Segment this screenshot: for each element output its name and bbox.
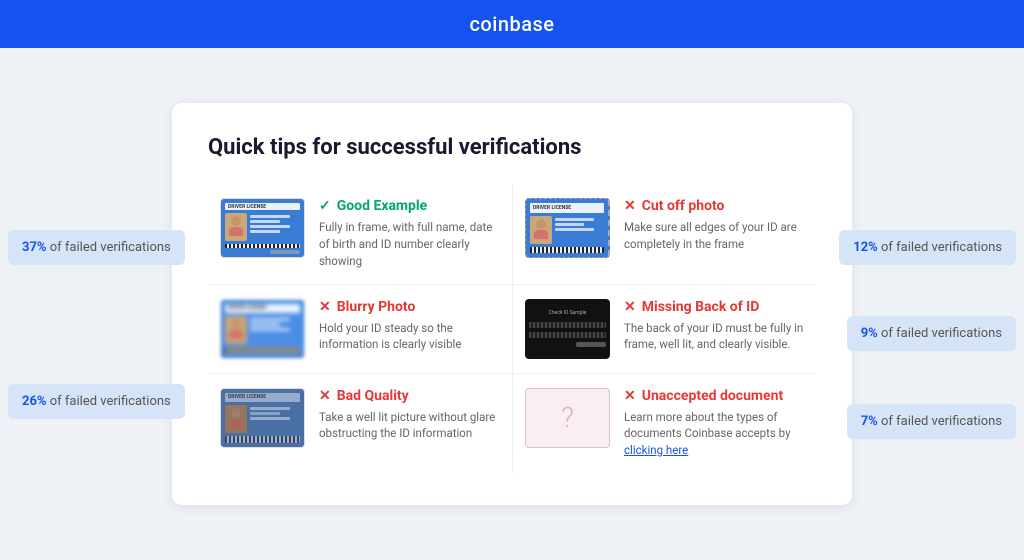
tip-title-missing: Missing Back of ID: [642, 299, 760, 315]
badge-text: of failed verifications: [878, 414, 1002, 429]
badge-text: of failed verifications: [47, 240, 171, 255]
tip-missing-back: Check ID Sample ✕ Missing Back of ID The…: [512, 285, 816, 373]
tip-desc-missing: The back of your ID must be fully in fra…: [624, 320, 804, 353]
tip-unaccepted: ? ✕ Unaccepted document Learn more about…: [512, 374, 816, 473]
tip-cut-off: DRIVER LICENSE: [512, 184, 816, 283]
tip-title-unaccepted: Unaccepted document: [642, 388, 783, 404]
clicking-here-link[interactable]: clicking here: [624, 443, 688, 457]
badge-pct: 26%: [22, 394, 47, 409]
tips-grid: DRIVER LICENSE: [208, 184, 816, 472]
badge-right-7: 7% of failed verifications: [847, 404, 1016, 439]
coinbase-logo: coinbase: [469, 12, 554, 36]
badge-pct: 7%: [861, 414, 878, 429]
header: coinbase: [0, 0, 1024, 48]
tip-content-missing-back: ✕ Missing Back of ID The back of your ID…: [624, 299, 804, 353]
x-icon-unaccepted: ✕: [624, 388, 636, 404]
badge-pct: 12%: [853, 240, 878, 255]
badge-left-26: 26% of failed verifications: [8, 384, 185, 419]
page-body: 37% of failed verifications 26% of faile…: [0, 48, 1024, 560]
badge-text: of failed verifications: [878, 326, 1002, 341]
tip-image-missing-back: Check ID Sample: [525, 299, 610, 359]
badge-right-9: 9% of failed verifications: [847, 316, 1016, 351]
tip-title-blurry: Blurry Photo: [337, 299, 416, 315]
tip-content-unaccepted: ✕ Unaccepted document Learn more about t…: [624, 388, 804, 459]
tip-image-cutoff: DRIVER LICENSE: [525, 198, 610, 258]
tip-desc-bad: Take a well lit picture without glare ob…: [319, 409, 500, 442]
tips-card: Quick tips for successful verifications …: [172, 103, 852, 504]
tip-good-example: DRIVER LICENSE: [208, 184, 512, 283]
x-icon-bad: ✕: [319, 388, 331, 404]
badge-left-37: 37% of failed verifications: [8, 230, 185, 265]
x-icon-missing: ✕: [624, 299, 636, 315]
tip-image-good: DRIVER LICENSE: [220, 198, 305, 258]
tip-desc-unaccepted: Learn more about the types of documents …: [624, 409, 804, 459]
card-title: Quick tips for successful verifications: [208, 135, 816, 160]
tip-content-bad: ✕ Bad Quality Take a well lit picture wi…: [319, 388, 500, 442]
tip-blurry: DRIVER LICENSE: [208, 285, 512, 373]
badge-text: of failed verifications: [878, 240, 1002, 255]
tip-content-blurry: ✕ Blurry Photo Hold your ID steady so th…: [319, 299, 500, 353]
x-icon-blurry: ✕: [319, 299, 331, 315]
tip-content-cutoff: ✕ Cut off photo Make sure all edges of y…: [624, 198, 804, 252]
tip-title-good: Good Example: [337, 198, 427, 214]
tip-bad-quality: DRIVER LICENSE: [208, 374, 512, 473]
check-icon: ✓: [319, 198, 331, 214]
tip-image-unaccepted: ?: [525, 388, 610, 448]
badge-pct: 9%: [861, 326, 878, 341]
tip-title-cutoff: Cut off photo: [642, 198, 725, 214]
tip-desc-good: Fully in frame, with full name, date of …: [319, 219, 500, 269]
badge-text: of failed verifications: [47, 394, 171, 409]
tip-desc-blurry: Hold your ID steady so the information i…: [319, 320, 500, 353]
tip-content-good: ✓ Good Example Fully in frame, with full…: [319, 198, 500, 269]
tip-image-bad: DRIVER LICENSE: [220, 388, 305, 448]
badge-pct: 37%: [22, 240, 47, 255]
question-mark-icon: ?: [561, 401, 574, 434]
tip-image-blurry: DRIVER LICENSE: [220, 299, 305, 359]
badge-right-12: 12% of failed verifications: [839, 230, 1016, 265]
tip-title-bad: Bad Quality: [337, 388, 409, 404]
tip-desc-cutoff: Make sure all edges of your ID are compl…: [624, 219, 804, 252]
x-icon-cutoff: ✕: [624, 198, 636, 214]
